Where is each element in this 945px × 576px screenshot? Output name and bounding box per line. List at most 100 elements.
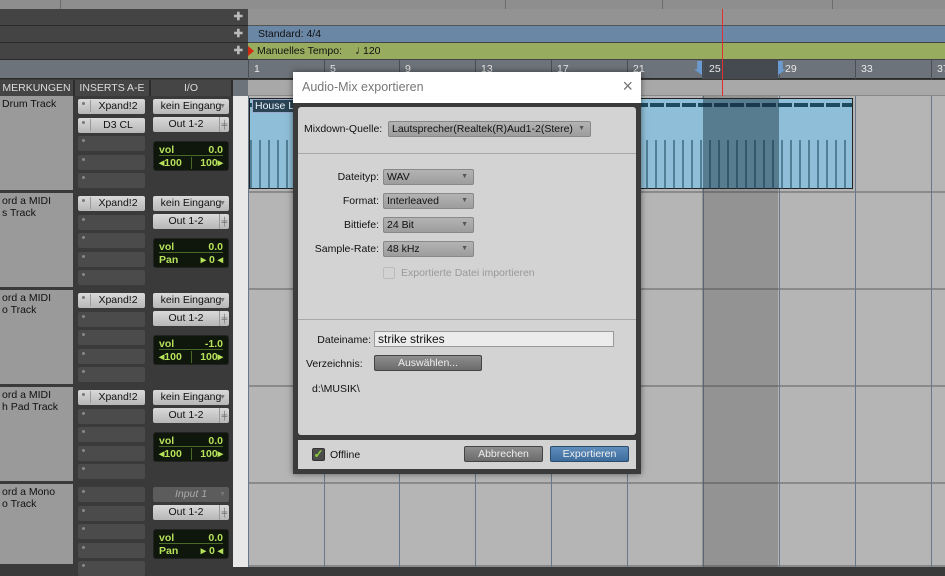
pan-right[interactable]: 100▸ xyxy=(200,448,223,460)
add-marker-icon[interactable]: ✚ xyxy=(234,10,243,23)
tempo-marker-icon[interactable] xyxy=(248,46,254,56)
insert-slot[interactable] xyxy=(78,330,145,345)
output-selector[interactable]: Out 1-2 ╪ xyxy=(153,214,229,229)
filename-input[interactable]: strike strikes xyxy=(374,331,614,347)
insert-slot[interactable] xyxy=(78,367,145,382)
pan-left[interactable]: Pan xyxy=(159,545,178,557)
volume-pan-display[interactable]: vol 0.0 Pan ▸ 0 ◂ xyxy=(153,238,229,268)
insert-slot[interactable] xyxy=(78,464,145,479)
pan-left[interactable]: ◂100 xyxy=(159,351,182,363)
insert-bypass-dot[interactable] xyxy=(82,217,85,221)
vol-value[interactable]: 0.0 xyxy=(208,532,223,544)
insert-slot[interactable] xyxy=(78,561,145,576)
pan-right[interactable]: ▸ 0 ◂ xyxy=(201,545,223,557)
insert-slot[interactable] xyxy=(78,487,145,502)
insert-bypass-dot[interactable] xyxy=(82,236,85,239)
export-button[interactable]: Exportieren xyxy=(550,446,629,462)
insert-bypass-dot[interactable] xyxy=(82,448,85,452)
track-comments[interactable]: ord a MIDI s Track xyxy=(0,193,73,290)
insert-bypass-dot[interactable] xyxy=(82,254,85,258)
choose-directory-button[interactable]: Auswählen... xyxy=(374,355,482,371)
insert-bypass-dot[interactable] xyxy=(82,508,85,512)
selection-start-marker[interactable] xyxy=(694,61,702,75)
volume-pan-display[interactable]: vol 0.0 ◂100 100▸ xyxy=(153,432,229,462)
insert-bypass-dot[interactable] xyxy=(82,527,85,530)
track-comments[interactable]: ord a MIDI h Pad Track xyxy=(0,387,73,484)
vol-value[interactable]: 0.0 xyxy=(208,241,223,253)
vol-value[interactable]: 0.0 xyxy=(208,144,223,156)
insert-slot[interactable]: Xpand!2 xyxy=(78,293,145,308)
input-selector[interactable]: kein Eingang ▼ xyxy=(153,196,229,211)
insert-slot[interactable] xyxy=(78,348,145,364)
insert-bypass-dot[interactable] xyxy=(82,333,85,336)
insert-slot[interactable] xyxy=(78,251,145,267)
insert-bypass-dot[interactable] xyxy=(82,393,85,396)
insert-bypass-dot[interactable] xyxy=(82,176,85,179)
insert-bypass-dot[interactable] xyxy=(82,545,85,549)
insert-slot[interactable]: Xpand!2 xyxy=(78,99,145,114)
insert-slot[interactable] xyxy=(78,154,145,170)
add-meter-icon[interactable]: ✚ xyxy=(234,27,243,40)
insert-slot[interactable] xyxy=(78,214,145,230)
insert-slot[interactable]: Xpand!2 xyxy=(78,390,145,405)
offline-checkbox[interactable]: ✓ xyxy=(312,448,325,461)
insert-slot[interactable] xyxy=(78,524,145,539)
insert-slot[interactable] xyxy=(78,136,145,151)
insert-bypass-dot[interactable] xyxy=(82,351,85,355)
pan-right[interactable]: 100▸ xyxy=(200,157,223,169)
insert-bypass-dot[interactable] xyxy=(82,411,85,415)
pan-right[interactable]: ▸ 0 ◂ xyxy=(201,254,223,266)
insert-bypass-dot[interactable] xyxy=(82,139,85,142)
insert-bypass-dot[interactable] xyxy=(82,199,85,202)
pan-left[interactable]: Pan xyxy=(159,254,178,266)
pan-left[interactable]: ◂100 xyxy=(159,448,182,460)
insert-slot[interactable] xyxy=(78,173,145,188)
insert-slot[interactable]: D3 CL xyxy=(78,117,145,133)
insert-slot[interactable]: Xpand!2 xyxy=(78,196,145,211)
insert-bypass-dot[interactable] xyxy=(82,314,85,318)
insert-bypass-dot[interactable] xyxy=(82,430,85,433)
mixdown-source-select[interactable]: Lautsprecher(Realtek(R)Aud1-2(Stere) ▼ xyxy=(388,121,591,137)
insert-slot[interactable] xyxy=(78,542,145,558)
input-selector[interactable]: Input 1 ▼ xyxy=(153,487,229,502)
insert-bypass-dot[interactable] xyxy=(82,296,85,299)
import-file-checkbox[interactable] xyxy=(383,267,395,279)
pan-right[interactable]: 100▸ xyxy=(200,351,223,363)
pan-left[interactable]: ◂100 xyxy=(159,157,182,169)
output-selector[interactable]: Out 1-2 ╪ xyxy=(153,311,229,326)
vol-value[interactable]: -1.0 xyxy=(205,338,223,350)
cancel-button[interactable]: Abbrechen xyxy=(464,446,543,462)
input-selector[interactable]: kein Eingang ▼ xyxy=(153,390,229,405)
insert-bypass-dot[interactable] xyxy=(82,490,85,493)
track-comments[interactable]: Drum Track xyxy=(0,96,73,193)
playhead-cursor[interactable] xyxy=(722,9,723,96)
insert-bypass-dot[interactable] xyxy=(82,120,85,124)
insert-bypass-dot[interactable] xyxy=(82,102,85,105)
tempo-ruler[interactable]: Manuelles Tempo: ♩ 120 xyxy=(248,43,945,60)
volume-pan-display[interactable]: vol 0.0 Pan ▸ 0 ◂ xyxy=(153,529,229,559)
insert-slot[interactable] xyxy=(78,233,145,248)
close-icon[interactable]: × xyxy=(622,76,633,97)
insert-slot[interactable] xyxy=(78,270,145,285)
input-selector[interactable]: kein Eingang ▼ xyxy=(153,293,229,308)
samplerate-select[interactable]: 48 kHz ▼ xyxy=(383,241,474,257)
track-comments[interactable]: ord a Mono o Track xyxy=(0,484,73,567)
insert-slot[interactable] xyxy=(78,427,145,442)
add-tempo-icon[interactable]: ✚ xyxy=(234,44,243,57)
volume-pan-display[interactable]: vol 0.0 ◂100 100▸ xyxy=(153,141,229,171)
insert-bypass-dot[interactable] xyxy=(82,370,85,373)
insert-bypass-dot[interactable] xyxy=(82,273,85,276)
markers-ruler[interactable] xyxy=(248,9,945,26)
output-selector[interactable]: Out 1-2 ╪ xyxy=(153,117,229,132)
meter-ruler[interactable]: Standard: 4/4 xyxy=(248,26,945,43)
insert-slot[interactable] xyxy=(78,311,145,327)
vol-value[interactable]: 0.0 xyxy=(208,435,223,447)
track-comments[interactable]: ord a MIDI o Track xyxy=(0,290,73,387)
insert-slot[interactable] xyxy=(78,408,145,424)
bitdepth-select[interactable]: 24 Bit ▼ xyxy=(383,217,474,233)
insert-bypass-dot[interactable] xyxy=(82,467,85,470)
insert-slot[interactable] xyxy=(78,445,145,461)
output-selector[interactable]: Out 1-2 ╪ xyxy=(153,408,229,423)
track-playlist[interactable] xyxy=(248,484,945,567)
input-selector[interactable]: kein Eingang ▼ xyxy=(153,99,229,114)
